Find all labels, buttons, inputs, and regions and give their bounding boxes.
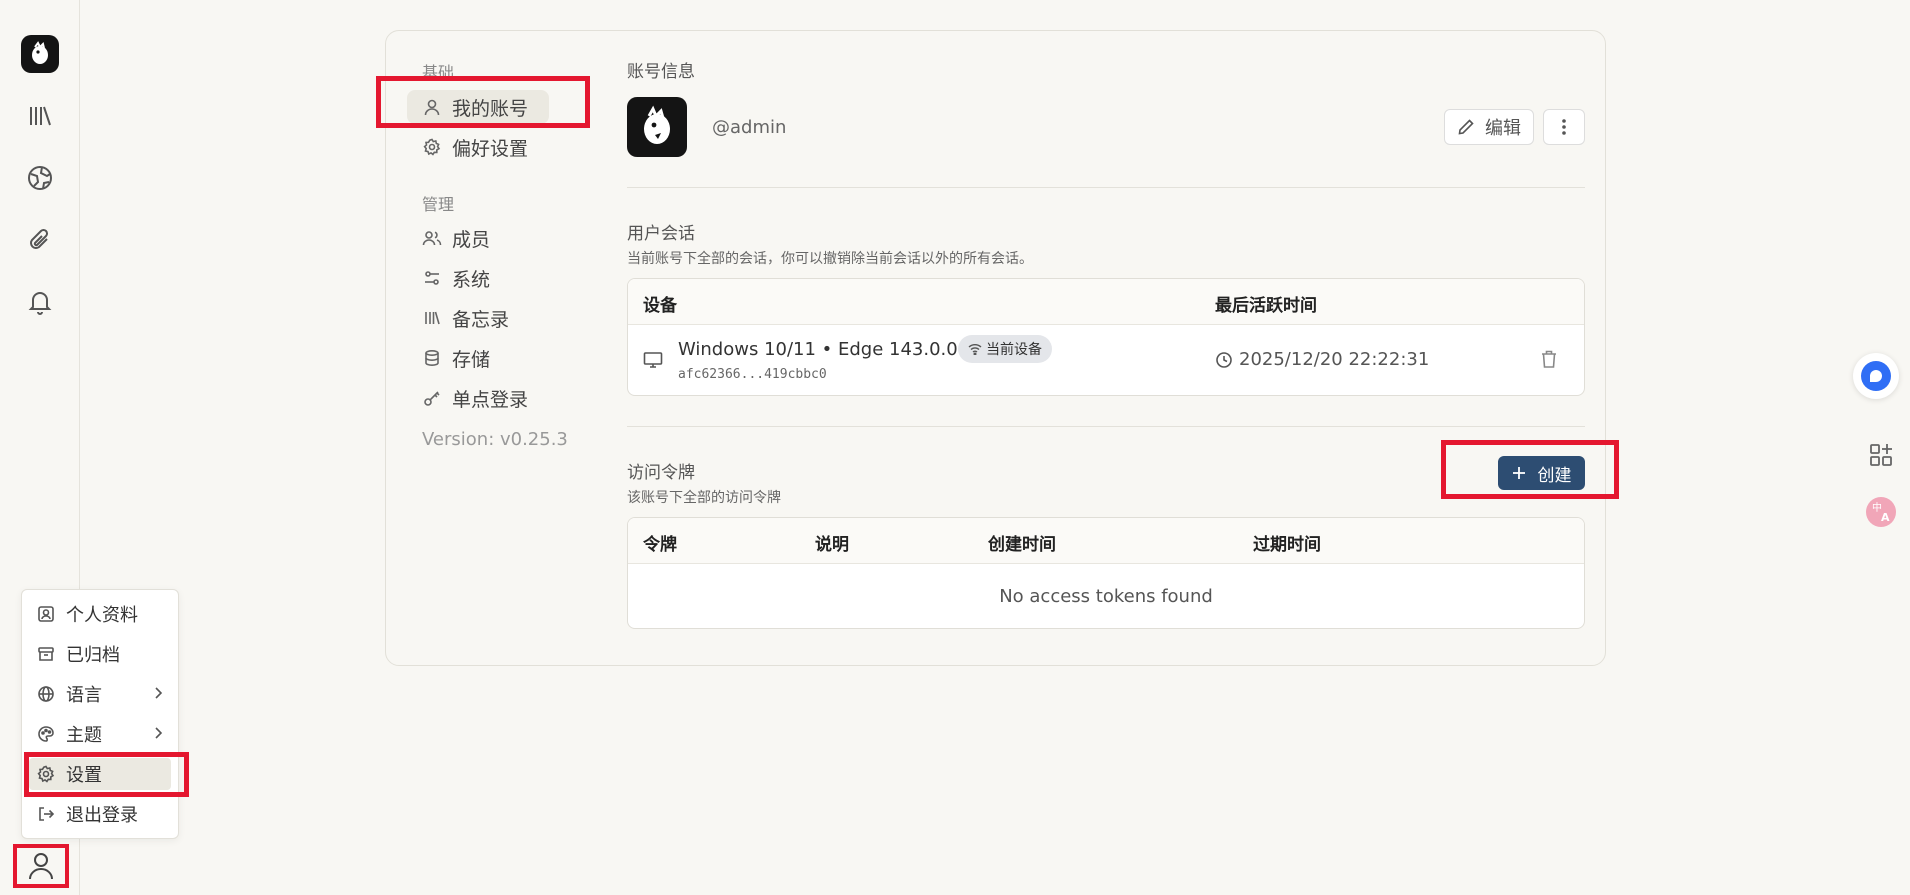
nav-label: 偏好设置 — [452, 137, 529, 160]
menu-item-profile[interactable]: 个人资料 — [22, 594, 178, 634]
explore-globe-icon[interactable] — [24, 162, 56, 194]
nav-item-storage[interactable]: 存储 — [422, 341, 490, 375]
nav-label: 成员 — [452, 228, 491, 251]
col-description: 说明 — [815, 535, 849, 555]
monitor-icon — [643, 351, 663, 369]
nav-item-sso[interactable]: 单点登录 — [422, 381, 528, 415]
nav-label: 单点登录 — [452, 388, 529, 411]
database-icon — [422, 348, 442, 368]
user-avatar-button[interactable] — [13, 844, 69, 888]
nav-item-preferences[interactable]: 偏好设置 — [422, 130, 528, 164]
tokens-section-title: 访问令牌 — [627, 463, 695, 483]
menu-item-language[interactable]: 语言 — [22, 674, 178, 714]
edit-account-button[interactable]: 编辑 — [1444, 109, 1534, 145]
library-icon[interactable] — [24, 100, 56, 132]
gear-icon — [422, 137, 442, 157]
more-options-button[interactable] — [1543, 109, 1585, 145]
account-section-title: 账号信息 — [627, 62, 695, 82]
edit-button-label: 编辑 — [1485, 118, 1521, 139]
menu-item-label: 退出登录 — [66, 805, 138, 826]
globe-icon — [36, 684, 56, 704]
nav-label: 存储 — [452, 348, 491, 371]
menu-item-logout[interactable]: 退出登录 — [22, 794, 178, 834]
col-device: 设备 — [643, 296, 677, 316]
nav-item-members[interactable]: 成员 — [422, 221, 490, 255]
badge-label: 当前设备 — [986, 342, 1042, 358]
tokens-empty-state: No access tokens found — [999, 585, 1213, 607]
library-icon — [422, 308, 442, 328]
wifi-icon — [968, 343, 982, 355]
nav-label: 备忘录 — [452, 308, 510, 331]
col-expires: 过期时间 — [1253, 535, 1321, 555]
menu-item-label: 已归档 — [66, 645, 120, 666]
divider — [627, 426, 1585, 427]
session-id: afc62366...419cbbc0 — [678, 367, 827, 382]
bell-icon[interactable] — [24, 286, 56, 318]
chevron-right-icon — [152, 684, 164, 705]
table-row: Windows 10/11 • Edge 143.0.0.0 当前设备 afc6… — [628, 325, 1584, 395]
menu-item-label: 语言 — [66, 685, 102, 706]
clock-icon — [1215, 351, 1233, 369]
account-avatar — [627, 97, 687, 157]
add-widget-icon[interactable] — [1858, 432, 1904, 478]
archive-icon — [36, 644, 56, 664]
tokens-description: 该账号下全部的访问令牌 — [627, 490, 781, 506]
tokens-table: 令牌 说明 创建时间 过期时间 No access tokens found — [627, 517, 1585, 629]
nav-item-system[interactable]: 系统 — [422, 261, 490, 295]
col-token: 令牌 — [643, 535, 677, 555]
sessions-description: 当前账号下全部的会话，你可以撤销除当前会话以外的所有会话。 — [627, 251, 1033, 267]
col-created: 创建时间 — [988, 535, 1056, 555]
menu-item-theme[interactable]: 主题 — [22, 714, 178, 754]
sessions-section-title: 用户会话 — [627, 224, 695, 244]
current-device-badge: 当前设备 — [958, 335, 1052, 363]
last-active-value: 2025/12/20 22:22:31 — [1239, 349, 1430, 370]
highlight-box-my-account — [376, 76, 590, 128]
translate-icon[interactable]: 中A — [1858, 489, 1904, 535]
gear-icon — [36, 764, 56, 784]
logout-icon — [36, 804, 56, 824]
palette-icon — [36, 724, 56, 744]
menu-item-label: 个人资料 — [66, 605, 138, 626]
version-text: Version: v0.25.3 — [422, 429, 568, 450]
session-device-name: Windows 10/11 • Edge 143.0.0.0 — [678, 339, 975, 360]
account-handle: @admin — [712, 117, 787, 138]
more-vertical-icon — [1561, 117, 1567, 137]
trash-icon[interactable] — [1540, 349, 1558, 369]
session-last-active: 2025/12/20 22:22:31 — [1215, 349, 1429, 370]
nav-label: 系统 — [452, 268, 491, 291]
sessions-table: 设备 最后活跃时间 Windows 10/11 • Edge 143.0.0.0… — [627, 278, 1585, 396]
table-header: 令牌 说明 创建时间 过期时间 — [628, 518, 1584, 564]
chevron-right-icon — [152, 724, 164, 745]
highlight-box-create — [1441, 440, 1619, 499]
app-logo[interactable] — [21, 35, 59, 73]
pencil-icon — [1457, 118, 1475, 136]
assistant-widget-icon[interactable] — [1853, 353, 1899, 399]
svg-text:A: A — [1881, 511, 1890, 524]
divider — [627, 187, 1585, 188]
col-last-active: 最后活跃时间 — [1215, 296, 1317, 316]
sliders-icon — [422, 268, 442, 288]
nav-group-admin: 管理 — [422, 195, 455, 214]
menu-item-label: 设置 — [66, 765, 102, 786]
table-header: 设备 最后活跃时间 — [628, 279, 1584, 325]
users-icon — [422, 228, 442, 248]
profile-card-icon — [36, 604, 56, 624]
attachment-icon[interactable] — [24, 224, 56, 256]
menu-item-label: 主题 — [66, 725, 102, 746]
menu-item-archived[interactable]: 已归档 — [22, 634, 178, 674]
nav-item-memos[interactable]: 备忘录 — [422, 301, 509, 335]
user-popup-menu: 个人资料 已归档 语言 主题 设置 退出登录 — [21, 589, 179, 839]
key-icon — [422, 388, 442, 408]
